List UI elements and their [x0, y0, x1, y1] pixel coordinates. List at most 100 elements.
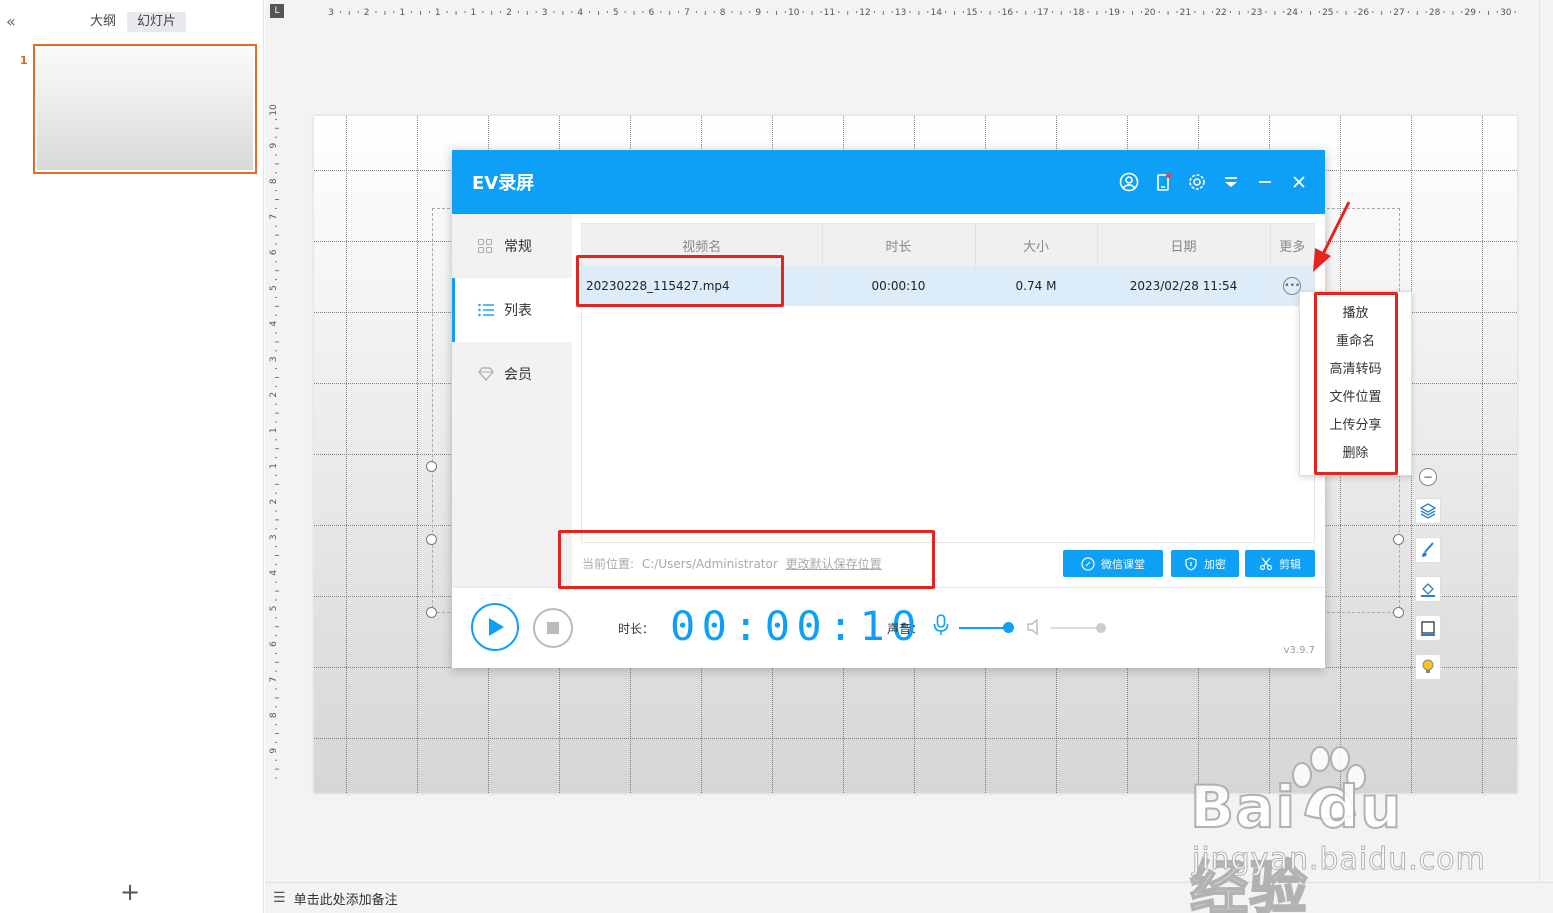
user-icon[interactable] [1117, 170, 1141, 194]
ruler-tick [856, 11, 858, 13]
speaker-volume-knob[interactable] [1096, 623, 1106, 633]
ruler-number: 2 [269, 392, 279, 398]
ruler-tab-selector[interactable]: L [270, 4, 284, 18]
ruler-number: 23 [1251, 8, 1262, 18]
lightbulb-icon[interactable] [1415, 654, 1441, 680]
ruler-tick [275, 706, 277, 708]
brush-icon[interactable] [1415, 537, 1441, 563]
ruler-number: 15 [966, 8, 977, 18]
add-slide-button[interactable]: + [120, 880, 140, 904]
collapse-toolbar-icon[interactable]: − [1419, 468, 1437, 486]
column-header[interactable]: 日期 [1097, 224, 1271, 266]
ruler-tick [275, 483, 279, 485]
resize-handle[interactable] [426, 534, 437, 545]
speaker-icon[interactable] [1026, 618, 1044, 639]
ruler-tick [275, 777, 277, 779]
ruler-tick [275, 243, 277, 245]
ruler-tick [1105, 11, 1107, 13]
mobile-icon[interactable] [1151, 170, 1175, 194]
ruler-tick [1310, 11, 1311, 15]
tab-outline[interactable]: 大纲 [80, 12, 126, 32]
border-icon[interactable] [1415, 615, 1441, 641]
stop-button[interactable] [533, 608, 573, 648]
speaker-volume-slider[interactable] [1050, 627, 1102, 629]
ev-sidebar: 常规 列表 会员 [452, 214, 572, 587]
ruler-tick [1407, 11, 1409, 13]
ruler-tick [1087, 11, 1089, 13]
ruler-number: 21 [1180, 8, 1191, 18]
ruler-tick [275, 670, 277, 672]
ruler-tick [428, 11, 430, 13]
settings-icon[interactable] [1185, 170, 1209, 194]
resize-handle[interactable] [1393, 607, 1404, 618]
version-label: v3.9.7 [1283, 645, 1315, 656]
close-icon[interactable] [1287, 170, 1311, 194]
ruler-tick [838, 11, 840, 13]
ruler-tick [1060, 11, 1062, 15]
ruler-tick [275, 439, 277, 441]
fill-icon[interactable] [1415, 576, 1441, 602]
sidebar-item-list[interactable]: 列表 [452, 278, 572, 342]
ruler-tick [275, 190, 277, 192]
wechat-class-button[interactable]: 微信课堂 [1063, 550, 1163, 577]
ruler-tick [1488, 11, 1489, 15]
resize-handle[interactable] [426, 461, 437, 472]
slide-thumbnail[interactable] [33, 44, 257, 174]
ruler-tick [275, 528, 277, 530]
slide-panel: « 大纲 幻灯片 1 + [0, 0, 264, 913]
ruler-tick [1123, 11, 1125, 13]
ruler-number: 26 [1358, 8, 1370, 18]
collapse-panel-button[interactable]: « [6, 12, 16, 31]
ruler-number: 3 [269, 356, 279, 362]
title-bar[interactable]: EV录屏 [452, 150, 1325, 214]
ruler-tick [275, 234, 279, 236]
vertical-ruler: 10 9 8 7 6 5 4 3 2 1 1 2 3 4 5 6 7 8 9 [269, 104, 279, 779]
play-button[interactable] [471, 603, 519, 651]
notes-bar[interactable]: ☰ 单击此处添加备注 [265, 882, 1553, 913]
encrypt-label: 加密 [1204, 557, 1226, 571]
minimize-icon[interactable] [1253, 170, 1277, 194]
vertical-scrollbar[interactable] [1539, 0, 1553, 882]
mic-volume-knob[interactable] [1003, 622, 1014, 633]
ruler-tick [598, 11, 599, 15]
column-header[interactable]: 时长 [822, 224, 976, 266]
ruler-number: 9 [269, 748, 279, 754]
ruler-tick [1247, 11, 1249, 13]
slide-number: 1 [20, 54, 28, 67]
ruler-number: 12 [859, 8, 870, 18]
ruler-number: 6 [269, 641, 279, 647]
scissors-icon [1259, 557, 1273, 570]
column-header[interactable]: 大小 [975, 224, 1098, 266]
ruler-number: 7 [269, 677, 279, 683]
ruler-number: 5 [269, 285, 279, 291]
ruler-tick [275, 590, 279, 592]
dropdown-icon[interactable] [1219, 170, 1243, 194]
microphone-icon[interactable] [933, 614, 949, 639]
ruler-tick [1390, 11, 1392, 13]
tab-slides[interactable]: 幻灯片 [127, 12, 187, 32]
ruler-number: 1 [435, 8, 441, 18]
ruler-tick [275, 377, 279, 378]
encrypt-button[interactable]: 加密 [1171, 550, 1239, 577]
ruler-number: 3 [542, 8, 548, 18]
ruler-tick [927, 11, 929, 13]
ruler-number: 24 [1286, 8, 1298, 18]
ruler-tick [678, 11, 680, 13]
ruler-tick [873, 11, 875, 13]
resize-handle[interactable] [426, 607, 437, 618]
list-icon [478, 303, 496, 317]
ruler-tick [411, 11, 413, 13]
ruler-number: 13 [895, 8, 906, 18]
ruler-tick [275, 154, 277, 156]
ruler-number: 10 [788, 8, 800, 18]
ruler-tick [275, 403, 277, 405]
sidebar-item-general[interactable]: 常规 [452, 214, 572, 278]
layers-icon[interactable] [1415, 498, 1441, 524]
sidebar-item-label: 会员 [504, 367, 532, 383]
sound-label: 声音： [887, 622, 924, 636]
link-icon [1081, 556, 1095, 571]
cut-button[interactable]: 剪辑 [1245, 550, 1315, 577]
sidebar-item-member[interactable]: 会员 [452, 342, 572, 406]
ruler-number: 28 [1429, 8, 1441, 18]
resize-handle[interactable] [1393, 534, 1404, 545]
